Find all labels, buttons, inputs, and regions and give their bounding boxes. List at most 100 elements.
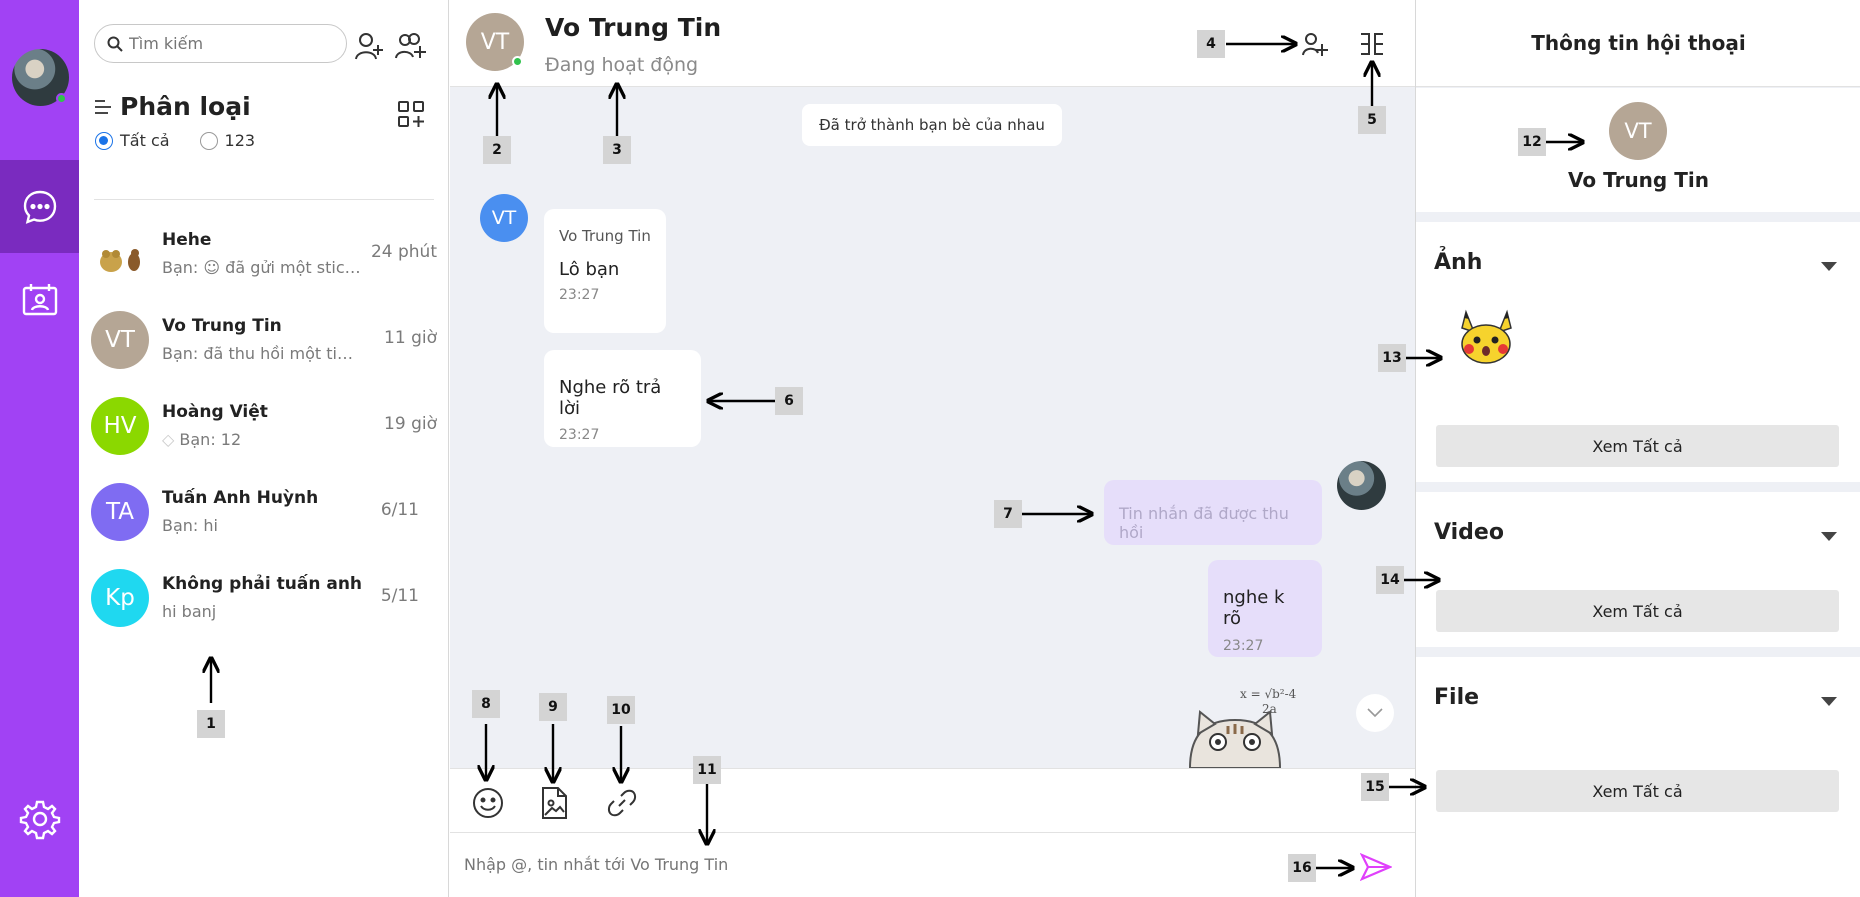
search-icon [107, 36, 123, 52]
section-title: Ảnh [1434, 250, 1483, 275]
section-title: Video [1434, 520, 1504, 545]
conversation-name: Không phải tuấn anh [162, 574, 363, 594]
message-text: Lô bạn [559, 259, 620, 280]
sticker-thumb-icon [100, 249, 140, 272]
photos-section: Ảnh Xem Tất cả [1416, 222, 1860, 482]
radio-all[interactable] [95, 131, 113, 150]
message-input[interactable] [464, 855, 1264, 874]
manage-categories-button[interactable] [395, 98, 427, 130]
conversation-preview: Bạn: ☺ đã gửi một sticker [162, 258, 362, 277]
divider [94, 199, 434, 200]
layout-split-icon [1361, 33, 1383, 55]
my-message-bubble[interactable]: nghe k rõ 23:27 [1208, 560, 1322, 657]
annotation-badge-10: 10 [607, 696, 635, 724]
message-time: 23:27 [1223, 638, 1264, 654]
annotation-badge-11: 11 [693, 756, 721, 784]
recalled-message-bubble[interactable]: Tin nhắn đã được thu hồi [1104, 480, 1322, 545]
radio-123[interactable] [199, 131, 218, 150]
see-all-videos-button[interactable]: Xem Tất cả [1436, 590, 1839, 632]
composer-toolbar [450, 768, 1415, 832]
conversation-preview: Bạn: hi [162, 516, 218, 535]
conversation-item-hoang-viet[interactable]: HV Hoàng Việt ◇ Bạn: 12 19 giờ [79, 384, 449, 470]
filter-heading: Phân loại [94, 92, 251, 121]
nav-contacts-button[interactable] [0, 253, 79, 346]
emoji-button[interactable] [470, 785, 506, 821]
annotation-badge-4: 4 [1197, 30, 1225, 58]
conversation-list-panel: Phân loại Tất cả 123 Hehe Bạn: ☺ đã gửi … [79, 0, 449, 897]
search-input[interactable] [129, 34, 329, 53]
conversation-item-vo-trung-tin[interactable]: VT Vo Trung Tin Bạn: đã thu hồi một tin … [79, 298, 449, 384]
add-friend-button[interactable] [353, 30, 385, 62]
message-text: Nghe rõ trả lời [559, 377, 662, 419]
pikachu-sticker-thumb[interactable] [1454, 304, 1519, 364]
annotation-badge-7: 7 [994, 500, 1022, 528]
chat-header: VT Vo Trung Tin Đang hoạt động [450, 0, 1415, 87]
annotation-badge-5: 5 [1358, 106, 1386, 134]
info-avatar[interactable]: VT [1609, 102, 1667, 160]
annotation-badge-1: 1 [197, 710, 225, 738]
conversation-name: Hehe [162, 230, 212, 250]
see-all-files-button[interactable]: Xem Tất cả [1436, 770, 1839, 812]
message-time: 23:27 [559, 427, 600, 443]
annotation-badge-13: 13 [1378, 344, 1406, 372]
conversation-time: 6/11 [380, 500, 419, 520]
nav-messages-button[interactable] [0, 160, 79, 253]
conversation-preview: hi banj [162, 602, 217, 621]
chat-status: Đang hoạt động [545, 54, 699, 76]
conversation-item-hehe[interactable]: Hehe Bạn: ☺ đã gửi một sticker 24 phút [79, 212, 449, 298]
message-bubble[interactable]: Vo Trung Tin Lô bạn 23:27 [544, 209, 666, 333]
sender-avatar[interactable]: VT [480, 194, 528, 242]
annotation-badge-3: 3 [603, 136, 631, 164]
message-text: nghe k rõ [1223, 587, 1285, 629]
annotation-badge-12: 12 [1518, 128, 1546, 156]
collapse-caret-icon[interactable] [1821, 532, 1837, 541]
files-section: File Xem Tất cả [1416, 657, 1860, 897]
annotation-badge-2: 2 [483, 136, 511, 164]
online-indicator [56, 93, 67, 104]
collapse-caret-icon[interactable] [1821, 697, 1837, 706]
message-time: 23:27 [559, 287, 600, 303]
chat-avatar[interactable]: VT [466, 13, 524, 71]
group-avatar [91, 225, 149, 283]
tag-icon: ◇ [162, 430, 180, 449]
send-image-button[interactable] [536, 785, 572, 821]
conversation-item-tuan-anh-huynh[interactable]: TA Tuấn Anh Huỳnh Bạn: hi 6/11 [79, 470, 449, 556]
avatar: HV [91, 397, 149, 455]
add-group-icon [395, 33, 426, 59]
conversation-time: 19 giờ [384, 414, 437, 434]
chevron-down-icon [1367, 708, 1383, 718]
see-all-photos-button[interactable]: Xem Tất cả [1436, 425, 1839, 467]
toggle-info-panel-button[interactable] [1356, 28, 1388, 60]
chat-bubble-icon [23, 190, 56, 224]
send-icon [1360, 853, 1392, 881]
conversation-item-khong-phai-tuan-anh[interactable]: Kp Không phải tuấn anh hi banj 5/11 [79, 556, 449, 642]
scroll-to-bottom-button[interactable] [1356, 694, 1394, 732]
nav-settings-button[interactable] [0, 772, 79, 865]
message-text: Tin nhắn đã được thu hồi [1119, 504, 1289, 542]
send-button[interactable] [1356, 847, 1396, 887]
conversation-name: Hoàng Việt [162, 402, 268, 422]
conversation-preview: Bạn: đã thu hồi một tin n... [162, 344, 362, 363]
link-icon [607, 789, 637, 817]
info-profile: VT Vo Trung Tin [1416, 88, 1860, 212]
create-group-button[interactable] [395, 30, 427, 62]
svg-text:x = √b²-4: x = √b²-4 [1240, 687, 1297, 701]
message-bubble[interactable]: Nghe rõ trả lời 23:27 [544, 350, 701, 447]
avatar: TA [91, 483, 149, 541]
search-box[interactable] [94, 24, 347, 63]
collapse-caret-icon[interactable] [1821, 262, 1837, 271]
cat-sticker[interactable]: x = √b²-4 2a [1170, 680, 1320, 768]
image-file-icon [542, 787, 567, 819]
add-to-group-button[interactable] [1299, 28, 1331, 60]
attach-link-button[interactable] [604, 785, 640, 821]
add-group-icon [1302, 33, 1328, 56]
conversation-preview: ◇ Bạn: 12 [162, 430, 242, 449]
my-avatar[interactable] [12, 49, 69, 106]
filter-title: Phân loại [120, 92, 251, 121]
system-message: Đã trở thành bạn bè của nhau [802, 104, 1062, 146]
videos-section: Video Xem Tất cả [1416, 492, 1860, 647]
annotation-badge-15: 15 [1361, 773, 1389, 801]
avatar: VT [91, 311, 149, 369]
info-title: Thông tin hội thoại [1416, 0, 1860, 87]
conversation-name: Vo Trung Tin [162, 316, 282, 336]
